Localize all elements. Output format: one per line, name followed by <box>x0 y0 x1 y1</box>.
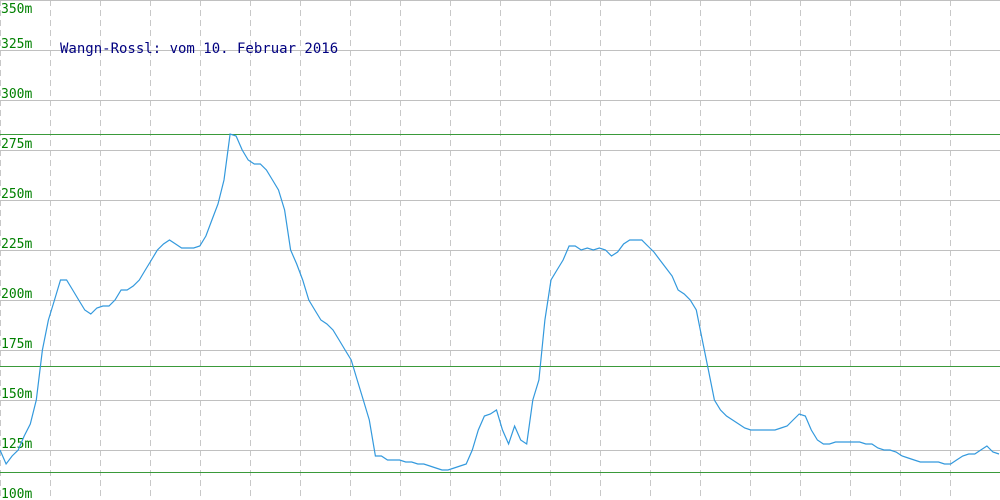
chart-title: Wangn-Rossl: vom 10. Februar 2016 <box>60 41 338 57</box>
y-tick-label: 350m <box>1 2 32 17</box>
y-tick-label: 125m <box>1 437 32 452</box>
elevation-chart: 100m 125m 150m 175m 200m 225m 250m 275m 300m 325m… <box>0 0 1000 500</box>
y-axis-tick-labels: 100m 125m 150m 175m 200m 225m 250m 275m 300m 325m… <box>1 2 32 500</box>
y-tick-label: 100m <box>1 487 32 500</box>
y-tick-label: 225m <box>1 237 32 252</box>
y-tick-label: 325m <box>1 37 32 52</box>
chart-canvas: 100m 125m 150m 175m 200m 225m 250m 275m 300m 325m… <box>0 0 1000 500</box>
y-tick-label: 175m <box>1 337 32 352</box>
elevation-series-line <box>0 133 1000 471</box>
y-tick-label: 250m <box>1 187 32 202</box>
y-tick-label: 150m <box>1 387 32 402</box>
y-tick-label: 275m <box>1 137 32 152</box>
y-tick-label: 300m <box>1 87 32 102</box>
y-tick-label: 200m <box>1 287 32 302</box>
